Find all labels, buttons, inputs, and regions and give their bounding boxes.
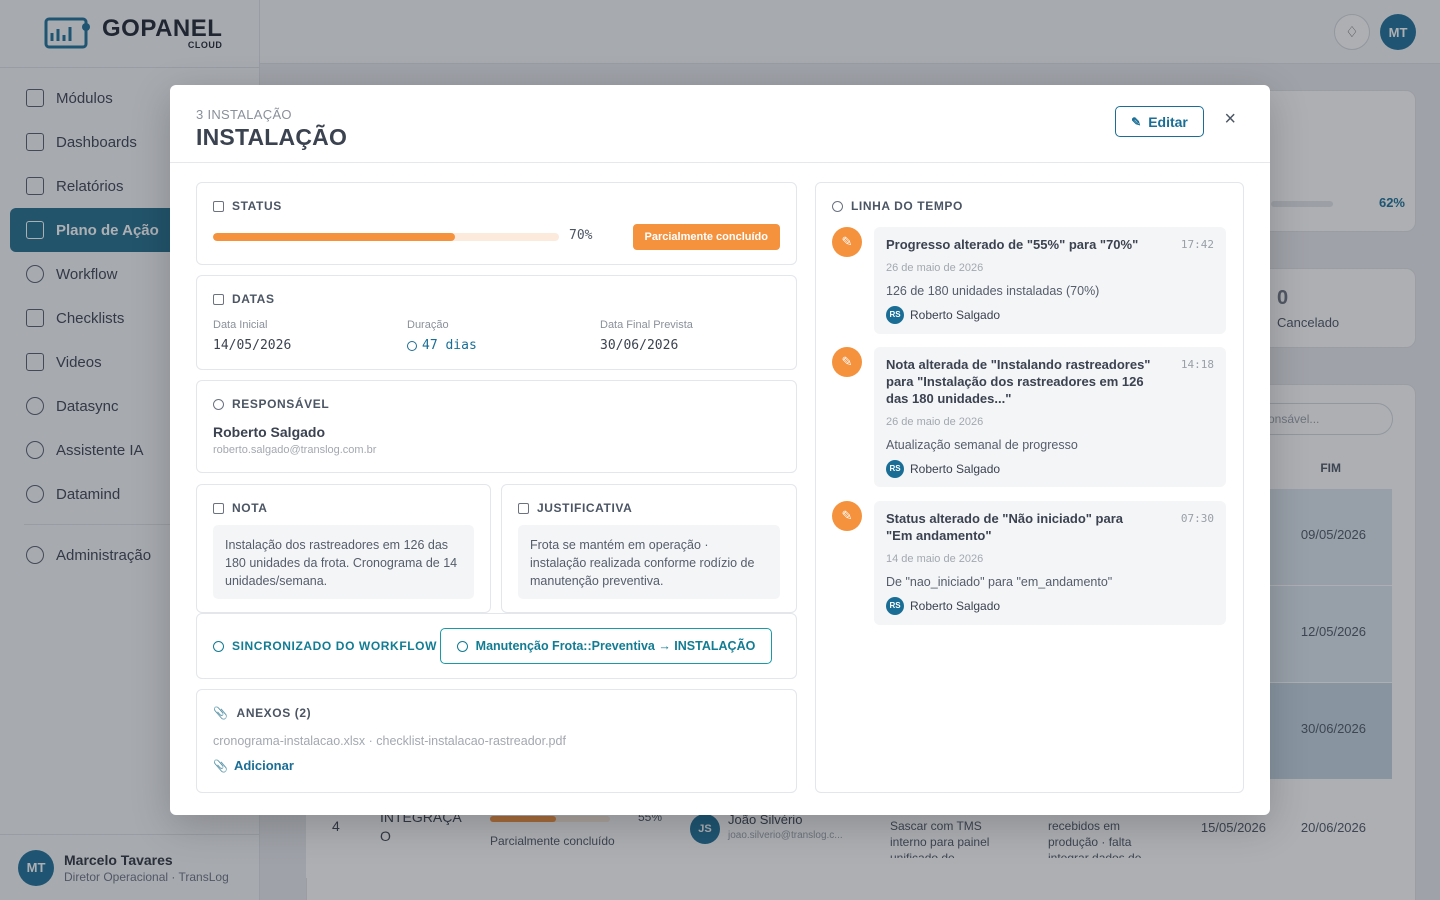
responsible-panel: RESPONSÁVEL Roberto Salgado roberto.salg… xyxy=(196,380,797,473)
justification-heading: JUSTIFICATIVA xyxy=(537,501,633,515)
sync-icon xyxy=(456,640,468,652)
document-icon xyxy=(213,502,224,514)
event-description: 126 de 180 unidades instaladas (70%) xyxy=(886,283,1100,298)
edit-button-label: Editar xyxy=(1148,113,1188,130)
workflow-link-button[interactable]: Manutenção Frota::Preventiva → INSTALAÇÃ… xyxy=(440,628,772,664)
event-time: 14:18 xyxy=(1180,358,1214,371)
event-time: 07:30 xyxy=(1180,512,1214,525)
event-user: RS Roberto Salgado xyxy=(886,459,1214,478)
paperclip-icon: 📎 xyxy=(213,706,229,720)
start-date-value: 14/05/2026 xyxy=(213,338,292,353)
status-panel: STATUS 70% Parcialmente concluído xyxy=(196,182,797,265)
justification-panel: JUSTIFICATIVA Frota se mantém em operaçã… xyxy=(501,484,797,613)
event-title: Nota alterada de "Instalando rastreadore… xyxy=(886,357,1151,406)
pencil-icon: ✎ xyxy=(832,227,862,257)
clock-icon xyxy=(832,200,843,212)
workflow-heading: SINCRONIZADO DO WORKFLOW xyxy=(232,639,438,653)
note-text: Instalação dos rastreadores em 126 das 1… xyxy=(213,525,474,599)
attachments-heading: ANEXOS (2) xyxy=(236,706,312,720)
status-progress-fill xyxy=(213,233,456,241)
dates-panel: DATAS Data Inicial 14/05/2026 Duração 47… xyxy=(196,275,797,370)
timeline-heading: LINHA DO TEMPO xyxy=(851,199,963,213)
modal-header: 3 INSTALAÇÃO INSTALAÇÃO ✎ Editar × xyxy=(170,85,1270,163)
calendar-icon xyxy=(213,293,224,305)
document-icon xyxy=(518,502,529,514)
close-icon[interactable]: × xyxy=(1224,109,1236,129)
justification-text: Frota se mantém em operação · instalação… xyxy=(518,525,780,599)
status-percent: 70% xyxy=(569,228,593,243)
clock-icon xyxy=(407,340,417,351)
event-description: De "nao_iniciado" para "em_andamento" xyxy=(886,574,1113,589)
responsible-email[interactable]: roberto.salgado@translog.com.br xyxy=(213,444,376,456)
event-user: RS Roberto Salgado xyxy=(886,596,1214,615)
event-date: 26 de maio de 2026 xyxy=(886,261,984,274)
timeline-panel: LINHA DO TEMPO ✎ Progresso alterado de "… xyxy=(815,182,1244,793)
end-date-value: 30/06/2026 xyxy=(600,338,679,353)
responsible-name: Roberto Salgado xyxy=(213,424,326,440)
workflow-link-label: Manutenção Frota::Preventiva → INSTALAÇÃ… xyxy=(475,639,756,653)
avatar: RS xyxy=(886,305,904,324)
avatar: RS xyxy=(886,459,904,478)
pencil-icon: ✎ xyxy=(832,501,862,531)
event-date: 14 de maio de 2026 xyxy=(886,552,984,565)
start-date-label: Data Inicial xyxy=(213,319,268,331)
timeline-event: Progresso alterado de "55%" para "70%" 1… xyxy=(874,227,1226,334)
status-badge: Parcialmente concluído xyxy=(632,224,780,250)
end-date-label: Data Final Prevista xyxy=(600,319,693,331)
dates-heading: DATAS xyxy=(232,292,275,306)
duration-label: Duração xyxy=(407,319,449,331)
note-panel: NOTA Instalação dos rastreadores em 126 … xyxy=(196,484,491,613)
event-time: 17:42 xyxy=(1180,238,1214,251)
status-heading: STATUS xyxy=(232,199,282,213)
pencil-icon: ✎ xyxy=(832,347,862,377)
responsible-heading: RESPONSÁVEL xyxy=(232,397,330,411)
event-date: 26 de maio de 2026 xyxy=(886,415,984,428)
pencil-icon: ✎ xyxy=(1131,114,1142,129)
attachment-files[interactable]: cronograma-instalacao.xlsx · checklist-i… xyxy=(213,734,566,748)
note-heading: NOTA xyxy=(232,501,268,515)
event-user-name: Roberto Salgado xyxy=(910,307,1001,322)
avatar: RS xyxy=(886,596,904,615)
modal-title: INSTALAÇÃO xyxy=(196,124,348,150)
sync-icon xyxy=(213,640,224,652)
event-user: RS Roberto Salgado xyxy=(886,305,1214,324)
duration-value: 47 dias xyxy=(422,338,477,353)
modal-subtitle: 3 INSTALAÇÃO xyxy=(196,107,292,122)
paperclip-icon: 📎 xyxy=(213,758,228,773)
workflow-panel: SINCRONIZADO DO WORKFLOW Manutenção Frot… xyxy=(196,613,797,679)
flag-icon xyxy=(213,200,224,212)
event-user-name: Roberto Salgado xyxy=(910,461,1001,476)
status-progress-track xyxy=(213,233,559,241)
timeline-event: Nota alterada de "Instalando rastreadore… xyxy=(874,347,1226,487)
add-attachment-button[interactable]: 📎 Adicionar xyxy=(213,758,294,773)
event-description: Atualização semanal de progresso xyxy=(886,437,1078,452)
edit-button[interactable]: ✎ Editar xyxy=(1115,106,1204,137)
event-user-name: Roberto Salgado xyxy=(910,598,1001,613)
event-title: Progresso alterado de "55%" para "70%" xyxy=(886,237,1139,252)
event-title: Status alterado de "Não iniciado" para "… xyxy=(886,511,1123,543)
add-attachment-label: Adicionar xyxy=(233,758,294,773)
action-detail-modal: 3 INSTALAÇÃO INSTALAÇÃO ✎ Editar × STATU… xyxy=(170,85,1270,815)
user-icon xyxy=(213,398,224,410)
attachments-panel: 📎 ANEXOS (2) cronograma-instalacao.xlsx … xyxy=(196,689,797,793)
timeline-event: Status alterado de "Não iniciado" para "… xyxy=(874,501,1226,625)
